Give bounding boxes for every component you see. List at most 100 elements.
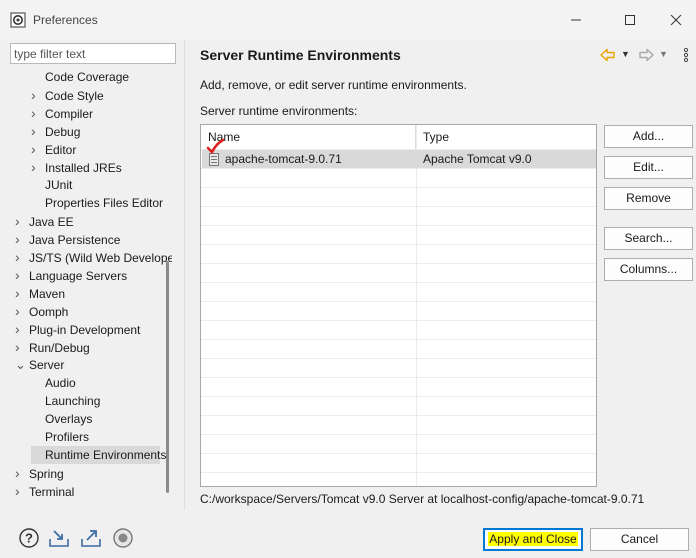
- tree-item[interactable]: › Spring: [15, 464, 64, 482]
- tree-item-label: Launching: [45, 394, 101, 408]
- tree-item-label: Terminal: [29, 485, 75, 496]
- tree-item[interactable]: › Java Persistence: [15, 230, 120, 248]
- tree-item[interactable]: › Java EE: [15, 212, 74, 230]
- forward-dropdown-icon[interactable]: ▼: [659, 49, 677, 67]
- runtime-table[interactable]: Name Type apache-tomcat-9.0.71 Apache To…: [200, 124, 597, 487]
- tree-item-label: Installed JREs: [45, 161, 122, 175]
- tree-item-label: Language Servers: [29, 269, 128, 283]
- chevron-right-icon[interactable]: ›: [15, 302, 29, 320]
- tree-item[interactable]: › Plug-in Development: [15, 320, 140, 338]
- tree-item[interactable]: Audio: [31, 374, 76, 392]
- view-menu-icon[interactable]: [677, 46, 695, 64]
- tree-item[interactable]: Properties Files Editor: [31, 194, 163, 212]
- column-divider: [416, 125, 417, 486]
- page-title: Server Runtime Environments: [200, 47, 401, 63]
- preference-tree[interactable]: › Terminal › Spring Runtime Environments Prof…: [0, 68, 172, 496]
- row-divider: [201, 225, 596, 226]
- tree-item-label: Java EE: [29, 215, 74, 229]
- tree-item-label: Code Style: [45, 89, 104, 103]
- chevron-right-icon[interactable]: ›: [31, 140, 45, 158]
- tree-item[interactable]: › Installed JREs: [31, 158, 122, 176]
- tree-item[interactable]: Launching: [31, 392, 100, 410]
- tree-item[interactable]: JUnit: [31, 176, 72, 194]
- filter-input[interactable]: [10, 43, 176, 64]
- edit-button[interactable]: Edit...: [604, 156, 693, 179]
- tree-item-label: Code Coverage: [45, 70, 130, 84]
- page-description: Add, remove, or edit server runtime envi…: [200, 78, 467, 92]
- row-divider: [201, 415, 596, 416]
- pane-divider[interactable]: [184, 40, 185, 510]
- tree-item-label: Run/Debug: [29, 341, 90, 355]
- tree-item-label: JUnit: [45, 178, 73, 192]
- tree-item[interactable]: › Editor: [31, 140, 76, 158]
- chevron-right-icon[interactable]: ›: [15, 212, 29, 230]
- chevron-right-icon[interactable]: ›: [31, 122, 45, 140]
- tree-item[interactable]: › JS/TS (Wild Web Developer): [15, 248, 172, 266]
- tree-item[interactable]: › Code Style: [31, 86, 104, 104]
- row-divider: [201, 358, 596, 359]
- tree-item[interactable]: Code Coverage: [31, 68, 129, 86]
- row-divider: [201, 472, 596, 473]
- svg-text:?: ?: [25, 531, 33, 546]
- apply-and-close-button[interactable]: Apply and Close: [483, 528, 583, 551]
- chevron-right-icon[interactable]: ›: [31, 86, 45, 104]
- tree-item-label: Properties Files Editor: [45, 196, 164, 210]
- tree-item-label: Server: [29, 358, 65, 372]
- link-with-oomph-icon[interactable]: [112, 527, 134, 549]
- tree-item[interactable]: › Terminal: [15, 482, 74, 496]
- close-button[interactable]: [664, 8, 688, 32]
- row-divider: [201, 301, 596, 302]
- chevron-right-icon[interactable]: ›: [15, 230, 29, 248]
- import-icon[interactable]: [48, 527, 70, 549]
- column-header-name[interactable]: Name: [201, 125, 416, 149]
- row-divider: [201, 339, 596, 340]
- chevron-right-icon[interactable]: ›: [15, 284, 29, 302]
- tree-item-label: Spring: [29, 467, 64, 481]
- row-divider: [201, 434, 596, 435]
- tree-item[interactable]: › Oomph: [15, 302, 68, 320]
- remove-button[interactable]: Remove: [604, 187, 693, 210]
- help-icon[interactable]: ?: [18, 527, 40, 549]
- chevron-right-icon[interactable]: ›: [31, 158, 45, 176]
- chevron-right-icon[interactable]: ›: [15, 338, 29, 356]
- tree-item-label: Overlays: [45, 412, 93, 426]
- row-divider: [201, 282, 596, 283]
- chevron-right-icon[interactable]: ›: [15, 266, 29, 284]
- chevron-right-icon[interactable]: ›: [31, 104, 45, 122]
- tree-item[interactable]: › Debug: [31, 122, 80, 140]
- tree-item[interactable]: › Maven: [15, 284, 65, 302]
- search-button[interactable]: Search...: [604, 227, 693, 250]
- tree-item[interactable]: ⌄ Server: [15, 356, 64, 374]
- minimize-icon: [571, 19, 581, 21]
- maximize-icon: [625, 15, 635, 25]
- tree-item[interactable]: › Compiler: [31, 104, 93, 122]
- export-icon[interactable]: [80, 527, 102, 549]
- maximize-button[interactable]: [618, 8, 642, 32]
- add-button[interactable]: Add...: [604, 125, 693, 148]
- chevron-right-icon[interactable]: ›: [15, 320, 29, 338]
- runtime-name-cell: apache-tomcat-9.0.71: [225, 152, 342, 166]
- back-arrow-icon[interactable]: [599, 46, 617, 64]
- row-divider: [201, 377, 596, 378]
- forward-arrow-icon[interactable]: [637, 46, 655, 64]
- tree-item-label: Editor: [45, 143, 77, 157]
- tree-item[interactable]: › Language Servers: [15, 266, 127, 284]
- row-divider: [201, 320, 596, 321]
- column-header-type[interactable]: Type: [416, 125, 596, 149]
- chevron-right-icon[interactable]: ›: [15, 482, 29, 496]
- tree-item[interactable]: Profilers: [31, 428, 89, 446]
- chevron-down-icon[interactable]: ⌄: [15, 356, 29, 374]
- chevron-right-icon[interactable]: ›: [15, 248, 29, 266]
- close-icon: [670, 14, 682, 26]
- cancel-button[interactable]: Cancel: [590, 528, 689, 551]
- minimize-button[interactable]: [564, 8, 588, 32]
- row-divider: [201, 187, 596, 188]
- tree-item[interactable]: › Run/Debug: [15, 338, 90, 356]
- tree-item[interactable]: Runtime Environments: [31, 446, 166, 464]
- chevron-right-icon[interactable]: ›: [15, 464, 29, 482]
- columns-button[interactable]: Columns...: [604, 258, 693, 281]
- tree-scrollbar[interactable]: [166, 261, 169, 493]
- row-divider: [201, 396, 596, 397]
- tree-item[interactable]: Overlays: [31, 410, 92, 428]
- check-mark-icon: [206, 138, 225, 154]
